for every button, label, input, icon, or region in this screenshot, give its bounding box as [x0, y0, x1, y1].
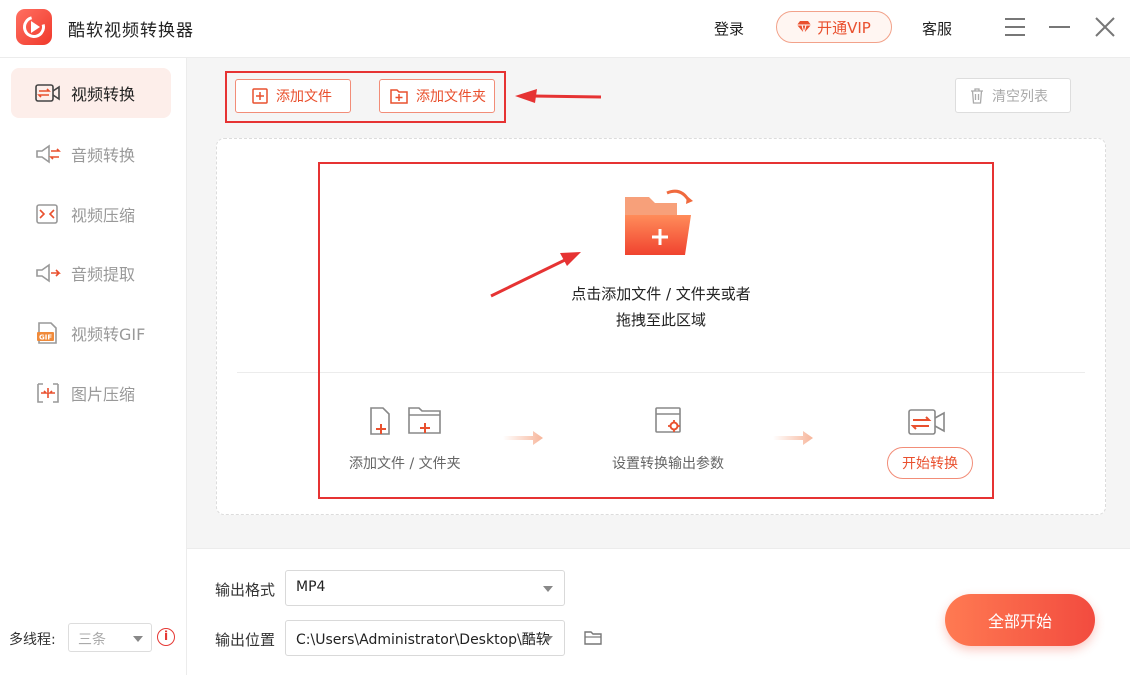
menu-icon[interactable]	[1005, 18, 1025, 36]
vip-button[interactable]: 开通VIP	[776, 11, 892, 43]
clear-list-button[interactable]: 清空列表	[955, 78, 1071, 113]
output-format-label: 输出格式	[215, 581, 276, 599]
sidebar: 视频转换 音频转换 视频压缩 音频提取 GIF 视频转GIF 图片压缩 多线程:…	[0, 58, 187, 675]
info-icon[interactable]: i	[157, 628, 175, 646]
sidebar-item-video-gif[interactable]: GIF 视频转GIF	[11, 308, 171, 358]
sidebar-item-label: 图片压缩	[71, 385, 136, 404]
start-all-button[interactable]: 全部开始	[945, 594, 1095, 646]
threads-select[interactable]: 三条	[68, 623, 152, 652]
sidebar-item-label: 视频转GIF	[71, 325, 146, 344]
threads-label: 多线程:	[9, 632, 56, 648]
app-logo-icon	[16, 9, 52, 45]
minimize-icon[interactable]	[1049, 26, 1070, 28]
service-link[interactable]: 客服	[922, 18, 952, 39]
gif-icon: GIF	[37, 322, 57, 344]
video-convert-icon	[35, 84, 60, 102]
video-compress-icon	[36, 204, 58, 224]
sidebar-item-video-compress[interactable]: 视频压缩	[11, 189, 171, 239]
sidebar-item-image-compress[interactable]: 图片压缩	[11, 368, 171, 418]
vip-label: 开通VIP	[817, 18, 871, 37]
sidebar-item-video-convert[interactable]: 视频转换	[11, 68, 171, 118]
audio-convert-icon	[36, 144, 61, 164]
output-location-select[interactable]: C:\Users\Administrator\Desktop\酷软	[285, 620, 565, 656]
main-panel: 添加文件 添加文件夹 清空列表 点击添加文件 / 文件夹或者 拖拽至此区域 添加…	[187, 58, 1130, 548]
image-compress-icon	[37, 383, 59, 403]
output-format-select[interactable]: MP4	[285, 570, 565, 606]
sidebar-item-label: 音频转换	[71, 146, 136, 165]
sidebar-item-label: 音频提取	[71, 265, 136, 284]
output-settings-bar: 输出格式 MP4 输出位置 C:\Users\Administrator\Des…	[187, 548, 1130, 675]
diamond-icon	[797, 21, 812, 33]
title-bar: 酷软视频转换器 登录 开通VIP 客服	[0, 0, 1130, 58]
chevron-down-icon	[543, 636, 553, 642]
output-location-value: C:\Users\Administrator\Desktop\酷软	[296, 632, 550, 648]
highlight-box-toolbar	[225, 71, 506, 123]
annotation-arrow-toolbar	[515, 89, 602, 103]
close-icon[interactable]	[1094, 16, 1116, 38]
chevron-down-icon	[543, 586, 553, 592]
svg-text:GIF: GIF	[39, 334, 52, 342]
sidebar-item-label: 视频转换	[71, 85, 136, 104]
sidebar-item-label: 视频压缩	[71, 206, 136, 225]
output-location-label: 输出位置	[215, 631, 276, 649]
sidebar-item-audio-extract[interactable]: 音频提取	[11, 248, 171, 298]
audio-extract-icon	[36, 263, 61, 283]
login-link[interactable]: 登录	[714, 18, 744, 39]
trash-icon	[971, 87, 983, 104]
app-title: 酷软视频转换器	[68, 21, 194, 41]
clear-list-label: 清空列表	[992, 88, 1048, 105]
highlight-box-dropzone	[318, 162, 994, 499]
folder-open-icon[interactable]	[584, 631, 602, 645]
threads-value: 三条	[78, 632, 106, 648]
chevron-down-icon	[133, 636, 143, 642]
sidebar-item-audio-convert[interactable]: 音频转换	[11, 129, 171, 179]
output-format-value: MP4	[296, 579, 326, 595]
